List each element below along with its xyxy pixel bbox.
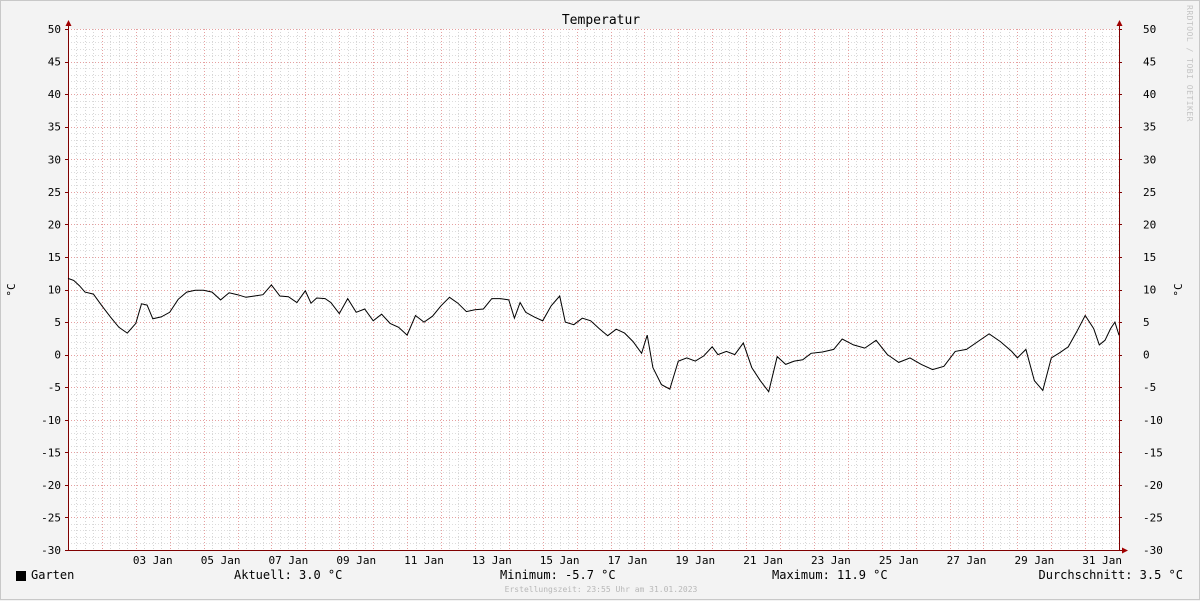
- graph-frame: 50 45 40 35 30 25 20 15 10 5 0 -5 -10 -15 -20 -25 -30 50…: [0, 0, 1200, 600]
- y-axis-right-arrow-icon: [1116, 20, 1123, 26]
- x-tick-label: 03 Jan: [133, 554, 173, 567]
- current-value: Aktuell: 3.0 °C: [234, 568, 343, 582]
- y-tick-label-right: 10: [1143, 284, 1156, 297]
- y-tick-label-left: -25: [41, 511, 61, 524]
- y-tick-label-right: -20: [1143, 479, 1163, 492]
- x-tick-label: 13 Jan: [472, 554, 512, 567]
- y-tick-label-right: 35: [1143, 121, 1156, 134]
- y-tick-label-right: 45: [1143, 56, 1156, 69]
- y-tick-label-right: 15: [1143, 251, 1156, 264]
- y-tick-label-right: 0: [1143, 349, 1150, 362]
- y-tick-label-left: 15: [48, 251, 61, 264]
- y-tick-label-right: -5: [1143, 381, 1156, 394]
- y-tick-label-left: 30: [48, 153, 61, 166]
- average-value: Durchschnitt: 3.5 °C: [1038, 568, 1184, 582]
- y-tick-label-right: -30: [1143, 544, 1163, 557]
- y-tick-label-right: 5: [1143, 316, 1150, 329]
- y-tick-label-right: 30: [1143, 153, 1156, 166]
- y-axis-right-ticks: 50454035302520151050-5-10-15-20-25-30: [1119, 23, 1163, 557]
- minimum-value: Minimum: -5.7 °C: [500, 568, 616, 582]
- x-tick-label: 29 Jan: [1014, 554, 1054, 567]
- legend-label-garten: Garten: [31, 568, 75, 582]
- y-tick-label-right: 20: [1143, 218, 1156, 231]
- y-tick-label-left: 0: [54, 349, 61, 362]
- y-axis-label-left: °C: [5, 283, 18, 296]
- y-tick-label-left: 50: [48, 23, 61, 36]
- creation-time: Erstellungszeit: 23:55 Uhr am 31.01.2023: [504, 585, 698, 594]
- legend-swatch-garten: [16, 571, 26, 581]
- y-tick-label-left: -10: [41, 414, 61, 427]
- y-tick-label-right: -15: [1143, 446, 1163, 459]
- y-tick-label-left: 25: [48, 186, 61, 199]
- x-tick-label: 21 Jan: [743, 554, 783, 567]
- x-tick-label: 15 Jan: [540, 554, 580, 567]
- x-tick-label: 27 Jan: [947, 554, 987, 567]
- y-tick-label-right: 50: [1143, 23, 1156, 36]
- y-tick-label-left: 5: [54, 316, 61, 329]
- x-axis-ticks: 03 Jan 05 Jan 07 Jan 09 Jan 11 Jan 13 Jan 15 J…: [133, 554, 1122, 567]
- x-tick-label: 25 Jan: [879, 554, 919, 567]
- y-tick-label-left: -15: [41, 446, 61, 459]
- x-tick-label: 19 Jan: [675, 554, 715, 567]
- y-tick-label-right: 25: [1143, 186, 1156, 199]
- x-tick-label: 17 Jan: [608, 554, 648, 567]
- y-axis-left-arrow-icon: [65, 20, 72, 26]
- y-tick-label-left: -5: [48, 381, 61, 394]
- temperature-chart: 50454035302520151050-5-10-15-20-25-30 50…: [5, 13, 1185, 567]
- y-tick-label-left: -20: [41, 479, 61, 492]
- y-tick-label-left: 35: [48, 121, 61, 134]
- y-tick-label-right: 40: [1143, 88, 1156, 101]
- rrdtool-watermark: RRDTOOL / TOBI OETIKER: [1185, 5, 1194, 122]
- y-axis-label-right: °C: [1172, 283, 1185, 296]
- y-tick-label-right: -25: [1143, 511, 1163, 524]
- x-tick-label: 31 Jan: [1082, 554, 1122, 567]
- maximum-value: Maximum: 11.9 °C: [772, 568, 888, 582]
- y-tick-label-left: 20: [48, 218, 61, 231]
- y-tick-label-right: -10: [1143, 414, 1163, 427]
- x-axis-arrow-icon: [1122, 547, 1128, 554]
- chart-title: Temperatur: [562, 13, 640, 28]
- y-tick-label-left: 10: [48, 284, 61, 297]
- x-tick-label: 09 Jan: [336, 554, 376, 567]
- y-axis-left-ticks: 50454035302520151050-5-10-15-20-25-30: [41, 23, 68, 557]
- y-tick-label-left: 45: [48, 56, 61, 69]
- y-tick-label-left: 40: [48, 88, 61, 101]
- y-tick-label-left: -30: [41, 544, 61, 557]
- x-tick-label: 07 Jan: [269, 554, 309, 567]
- x-tick-label: 05 Jan: [201, 554, 241, 567]
- x-tick-label: 11 Jan: [404, 554, 444, 567]
- x-tick-label: 23 Jan: [811, 554, 851, 567]
